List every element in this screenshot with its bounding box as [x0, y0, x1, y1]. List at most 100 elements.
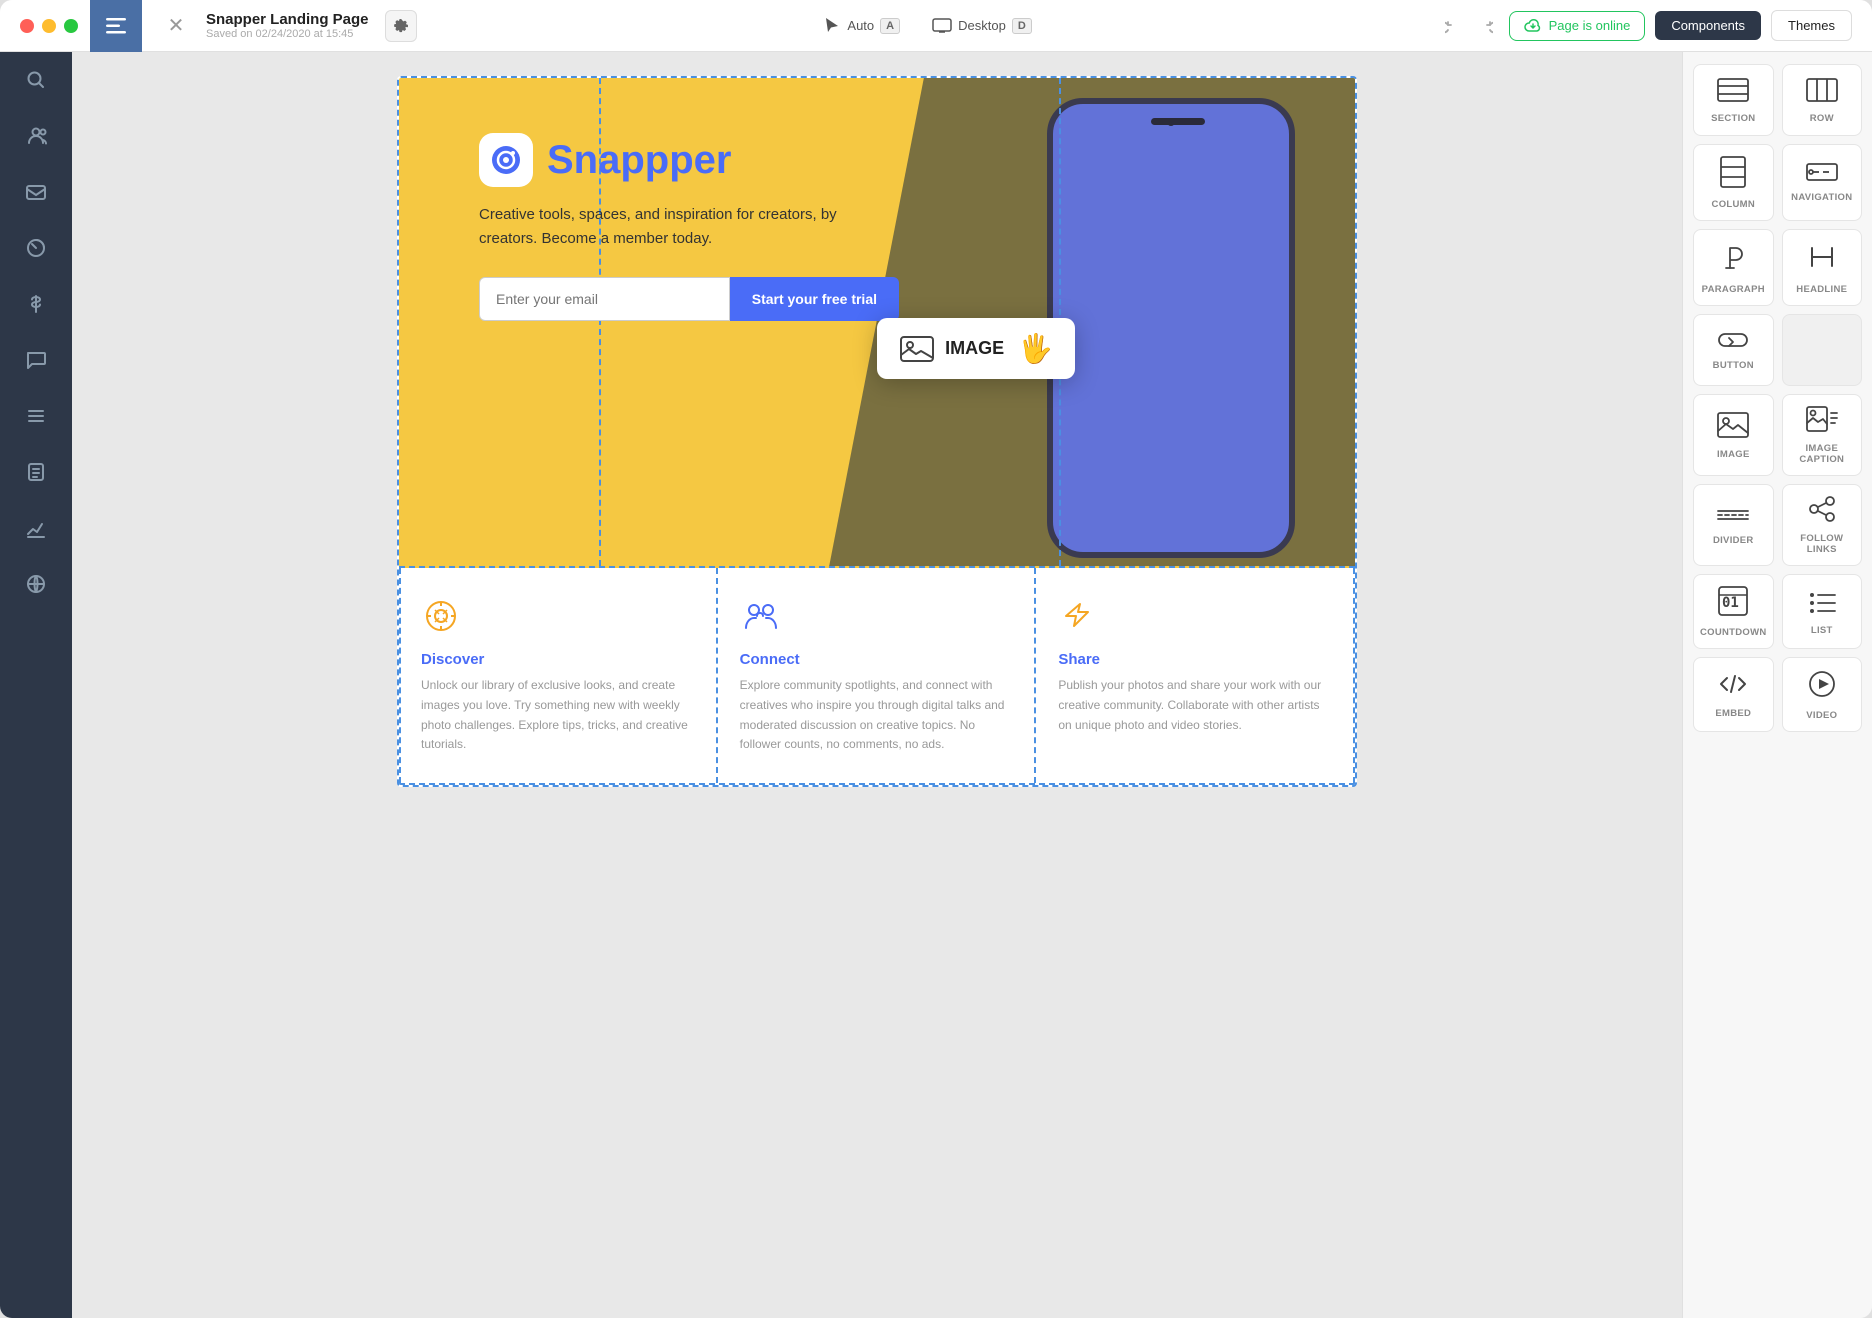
settings-btn[interactable]: [385, 10, 417, 42]
desktop-label: Desktop: [958, 18, 1006, 33]
component-button[interactable]: BUTTON: [1693, 314, 1774, 386]
discover-title: Discover: [421, 651, 694, 668]
hero-content: Snappper Creative tools, spaces, and ins…: [479, 133, 899, 321]
email-input[interactable]: [479, 277, 730, 321]
embed-svg-icon: [1717, 670, 1749, 698]
desktop-view-btn[interactable]: Desktop D: [932, 18, 1032, 34]
page-info: Snapper Landing Page Saved on 02/24/2020…: [206, 11, 369, 40]
brand-logo: Snappper: [479, 133, 899, 187]
app-window: ✕ Snapper Landing Page Saved on 02/24/20…: [0, 0, 1872, 1318]
component-headline[interactable]: HEADLINE: [1782, 229, 1862, 306]
svg-text:01: 01: [1722, 595, 1739, 611]
discover-text: Unlock our library of exclusive looks, a…: [421, 676, 694, 755]
sidebar-item-audience[interactable]: [0, 108, 72, 164]
divider-svg-icon: [1716, 505, 1750, 525]
phone-speaker: [1151, 118, 1205, 125]
image-svg-icon: [1716, 411, 1750, 439]
image-comp-icon: [1716, 411, 1750, 444]
button-svg-icon: [1715, 330, 1751, 350]
connect-icon-wrap: [740, 596, 1013, 641]
sidebar-item-chart[interactable]: [0, 500, 72, 556]
feature-discover: Discover Unlock our library of exclusive…: [399, 568, 718, 783]
audience-icon: [25, 125, 47, 147]
image-icon: [899, 335, 935, 363]
sidebar-item-dollar[interactable]: [0, 276, 72, 332]
component-divider[interactable]: DIVIDER: [1693, 484, 1774, 566]
desktop-icon: [932, 18, 952, 34]
phone-container: [1047, 98, 1295, 558]
list-icon: [25, 405, 47, 427]
component-navigation[interactable]: NAVIGATION: [1782, 144, 1862, 221]
share-icon: [1058, 596, 1098, 636]
column-icon: [1719, 155, 1747, 194]
hero-form: Start your free trial: [479, 277, 899, 321]
paragraph-svg-icon: [1718, 240, 1748, 274]
connect-text: Explore community spotlights, and connec…: [740, 676, 1013, 755]
cursor-icon: 🖐: [1018, 332, 1053, 365]
paragraph-icon: [1718, 240, 1748, 279]
themes-tab-btn[interactable]: Themes: [1771, 10, 1852, 41]
email-icon: [25, 181, 47, 203]
section-svg-icon: [1716, 77, 1750, 103]
sidebar-item-messages[interactable]: [0, 332, 72, 388]
component-column[interactable]: COLUMN: [1693, 144, 1774, 221]
component-row[interactable]: ROW: [1782, 64, 1862, 136]
share-title: Share: [1058, 651, 1333, 668]
embed-icon: [1717, 670, 1749, 703]
connect-title: Connect: [740, 651, 1013, 668]
component-image[interactable]: IMAGE: [1693, 394, 1774, 476]
component-paragraph[interactable]: PARAGRAPH: [1693, 229, 1774, 306]
list-label: LIST: [1811, 625, 1833, 636]
chart-icon: [25, 517, 47, 539]
discover-icon-wrap: [421, 596, 694, 641]
video-icon: [1806, 668, 1838, 705]
dollar-icon: [25, 293, 47, 315]
sidebar-item-email[interactable]: [0, 164, 72, 220]
share-icon-wrap: [1058, 596, 1333, 641]
components-grid: SECTION ROW: [1693, 64, 1862, 732]
component-image-caption[interactable]: IMAGE CAPTION: [1782, 394, 1862, 476]
sidebar-item-search[interactable]: [0, 52, 72, 108]
undo-icon: [1445, 18, 1461, 34]
sidebar-item-analytics[interactable]: [0, 220, 72, 276]
discover-icon: [421, 596, 461, 636]
component-embed[interactable]: EMBED: [1693, 657, 1774, 732]
countdown-icon: 01: [1717, 585, 1749, 622]
headline-label: HEADLINE: [1796, 284, 1847, 295]
component-video[interactable]: VIDEO: [1782, 657, 1862, 732]
fullscreen-window-btn[interactable]: [64, 19, 78, 33]
component-follow-links[interactable]: FOLLOW LINKS: [1782, 484, 1862, 566]
component-section[interactable]: SECTION: [1693, 64, 1774, 136]
gear-icon: [393, 18, 409, 34]
page-online-label: Page is online: [1549, 18, 1631, 33]
follow-links-svg-icon: [1806, 495, 1838, 523]
page-online-btn[interactable]: Page is online: [1509, 11, 1646, 41]
button-label: BUTTON: [1713, 360, 1754, 371]
auto-view-btn[interactable]: Auto A: [823, 17, 900, 35]
page-title: Snapper Landing Page: [206, 11, 369, 28]
column-label: COLUMN: [1712, 199, 1756, 210]
image-tooltip: IMAGE 🖐: [877, 318, 1075, 379]
sidebar-item-pages[interactable]: [0, 444, 72, 500]
component-countdown[interactable]: 01 COUNTDOWN: [1693, 574, 1774, 649]
row-svg-icon: [1805, 77, 1839, 103]
sidebar-item-list[interactable]: [0, 388, 72, 444]
divider-icon: [1716, 505, 1750, 530]
cta-button[interactable]: Start your free trial: [730, 277, 899, 321]
minimize-window-btn[interactable]: [42, 19, 56, 33]
canvas-area: Snappper Creative tools, spaces, and ins…: [72, 52, 1682, 1318]
button-icon: [1715, 330, 1751, 355]
sidebar-item-globe[interactable]: [0, 556, 72, 612]
undo-btn[interactable]: [1439, 12, 1467, 40]
redo-btn[interactable]: [1471, 12, 1499, 40]
components-tab-btn[interactable]: Components: [1655, 11, 1761, 40]
sidebar: [0, 52, 72, 1318]
close-window-btn[interactable]: [20, 19, 34, 33]
sidebar-toggle-btn[interactable]: [90, 0, 142, 52]
component-list[interactable]: LIST: [1782, 574, 1862, 649]
image-caption-icon: [1805, 405, 1839, 438]
feature-share: Share Publish your photos and share your…: [1036, 568, 1355, 783]
hero-section: Snappper Creative tools, spaces, and ins…: [399, 78, 1355, 568]
navigation-icon: [1805, 162, 1839, 187]
close-editor-btn[interactable]: ✕: [162, 12, 190, 40]
